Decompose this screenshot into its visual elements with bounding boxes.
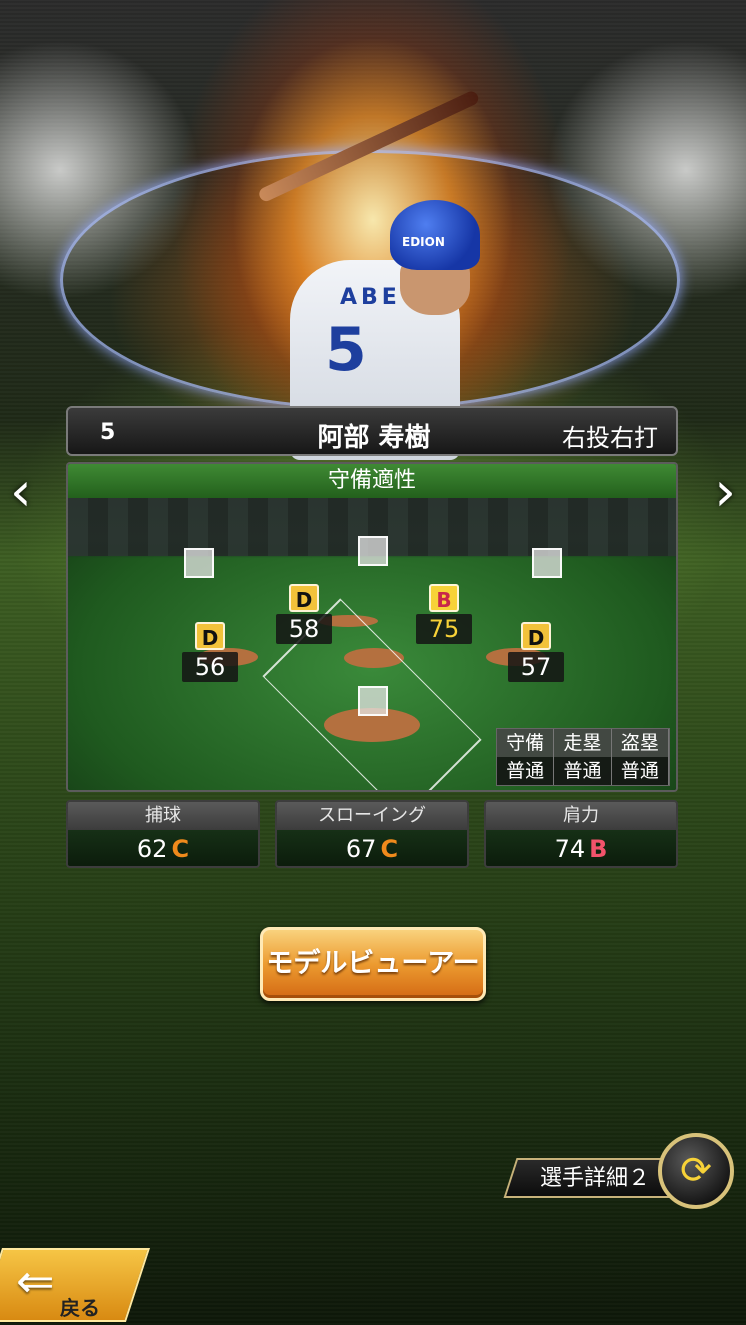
grade-badge: D: [289, 584, 319, 612]
position-short-stop: D 58: [276, 584, 332, 644]
position-value: 56: [182, 652, 238, 682]
position-value: 57: [508, 652, 564, 682]
ability-header: 守備: [497, 729, 555, 757]
position-second-base: B 75: [416, 584, 472, 644]
ability-table: 守備 走塁 盗塁 普通 普通 普通: [496, 728, 670, 786]
grade-badge: D: [521, 622, 551, 650]
field-diagram: D 56 D 58 B 75 D 57 守備 走塁 盗塁 普通 普通 普通: [68, 498, 676, 790]
stat-grade: C: [171, 835, 190, 863]
ability-header-row: 守備 走塁 盗塁: [497, 729, 669, 757]
ability-value: 普通: [554, 757, 612, 785]
stat-value-row: 67 C: [277, 830, 467, 866]
ability-header: 走塁: [554, 729, 612, 757]
cycle-icon[interactable]: ⟳: [658, 1133, 734, 1209]
screen: ABE 5 EDION 5 阿部 寿樹 右投右打 ‹ › 守備適性 D 56 D…: [0, 0, 746, 1325]
position-value: 58: [276, 614, 332, 644]
stat-value: 74: [554, 835, 586, 863]
grade-badge: B: [429, 584, 459, 612]
defense-panel: 守備適性 D 56 D 58 B 75 D 57 守備 走塁 盗塁 普通 普通 …: [66, 462, 678, 792]
ability-value-row: 普通 普通 普通: [497, 757, 669, 785]
stat-catching: 捕球 62 C: [66, 800, 260, 868]
position-first-base: D 57: [508, 622, 564, 682]
position-slot-catcher: [358, 686, 388, 716]
position-third-base: D 56: [182, 622, 238, 682]
ability-header: 盗塁: [611, 729, 669, 757]
stat-label: 捕球: [68, 802, 258, 830]
back-label[interactable]: 戻る: [60, 1292, 100, 1321]
next-player-arrow-icon[interactable]: ›: [714, 460, 736, 523]
prev-player-arrow-icon[interactable]: ‹: [10, 460, 32, 523]
model-viewer-button[interactable]: モデルビューアー: [260, 927, 486, 1001]
helmet-logo: EDION: [402, 235, 445, 249]
position-slot-center-field: [358, 536, 388, 566]
stat-value: 62: [136, 835, 168, 863]
grade-badge: D: [195, 622, 225, 650]
jersey-name: ABE: [340, 285, 401, 310]
stat-value-row: 62 C: [68, 830, 258, 866]
stat-grade: B: [589, 835, 608, 863]
back-arrow-icon[interactable]: ⇐: [16, 1254, 55, 1308]
stat-value: 67: [345, 835, 377, 863]
position-value: 75: [416, 614, 472, 644]
jersey-number: 5: [325, 315, 367, 385]
position-slot-left-field: [184, 548, 214, 578]
stat-label: スローイング: [277, 802, 467, 830]
stat-throwing: スローイング 67 C: [275, 800, 469, 868]
stat-value-row: 74 B: [486, 830, 676, 866]
player-detail-label[interactable]: 選手詳細２: [525, 1162, 665, 1196]
player-name-bar: 5 阿部 寿樹 右投右打: [66, 406, 678, 456]
stat-arm-strength: 肩力 74 B: [484, 800, 678, 868]
defense-title: 守備適性: [68, 464, 676, 498]
stat-grade: C: [380, 835, 399, 863]
throws-bats: 右投右打: [562, 424, 658, 452]
stat-label: 肩力: [486, 802, 676, 830]
ability-value: 普通: [497, 757, 555, 785]
position-slot-right-field: [532, 548, 562, 578]
ability-value: 普通: [611, 757, 669, 785]
